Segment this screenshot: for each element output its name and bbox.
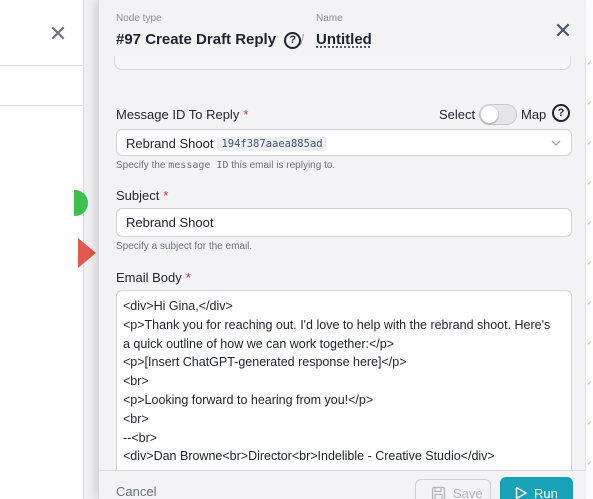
node-title: #97 Create Draft Reply ? [116, 31, 302, 49]
email-body-line: --<br> [123, 430, 158, 445]
node-title-text: #97 Create Draft Reply [116, 31, 277, 48]
required-mark: * [185, 270, 191, 285]
subject-input[interactable] [116, 208, 572, 237]
help-code: message ID [168, 160, 229, 171]
save-label: Save [453, 486, 483, 499]
email-body-textarea[interactable]: <div>Hi Gina,</div> <p>Thank you for rea… [116, 290, 572, 470]
required-mark: * [163, 188, 169, 203]
email-body-line: <p>[Insert ChatGPT-generated response he… [123, 355, 407, 370]
node-type-label: Node type [116, 13, 162, 24]
workflow-node-connector-green [74, 190, 88, 216]
background-panel: ✕ [0, 0, 84, 499]
name-label: Name [316, 13, 343, 24]
collapsed-section [114, 56, 571, 70]
selected-message-title: Rebrand Shoot [126, 136, 214, 151]
node-config-panel: Node type #97 Create Draft Reply ? / Nam… [98, 0, 586, 499]
required-mark: * [243, 107, 249, 122]
email-body-line: <div>Dan Browne<br>Director<br>Indelible… [123, 449, 495, 464]
message-id-badge: 194f387aaea885ad [217, 137, 327, 151]
run-button[interactable]: Run [500, 477, 573, 499]
email-body-line: <br> [123, 374, 149, 389]
email-body-label-text: Email Body [116, 270, 182, 285]
node-name-field[interactable]: Untitled [316, 31, 372, 48]
message-id-help: Specify the message ID this email is rep… [116, 160, 335, 171]
message-id-label-text: Message ID To Reply [116, 107, 240, 122]
save-icon [431, 486, 446, 499]
select-map-toggle[interactable] [479, 104, 517, 125]
save-button[interactable]: Save [415, 479, 491, 499]
email-body-line: <div>Hi Gina,</div> [123, 299, 233, 313]
close-icon[interactable]: ✕ [551, 19, 575, 43]
toggle-knob [481, 106, 498, 123]
cancel-button[interactable]: Cancel [116, 484, 156, 499]
email-body-label: Email Body * [116, 270, 191, 285]
message-id-label: Message ID To Reply * [116, 107, 248, 122]
help-suffix: this email is replying to. [231, 160, 336, 171]
play-icon [515, 486, 527, 499]
title-separator: / [300, 32, 305, 49]
background-panel-header [0, 0, 84, 66]
select-mode-label: Select [439, 107, 476, 122]
right-edge-strip: ✓ ✓ ✓ ✓ ✓ ✓ ✓ ✓ ✓ ✓ ✓ [585, 0, 593, 499]
run-label: Run [534, 486, 558, 499]
panel-footer: Cancel Save Run [99, 470, 586, 499]
subject-label-text: Subject [116, 188, 160, 203]
subject-help: Specify a subject for the email. [116, 241, 253, 252]
help-icon[interactable]: ? [284, 32, 302, 49]
panel-header: Node type #97 Create Draft Reply ? / Nam… [99, 0, 586, 58]
subject-label: Subject * [116, 188, 168, 203]
workflow-node-connector-red [78, 238, 96, 268]
email-body-line: <p>Thank you for reaching out. I'd love … [123, 317, 551, 332]
chevron-down-icon [551, 140, 561, 146]
map-mode-label: Map [521, 107, 547, 122]
background-panel-row [0, 66, 84, 106]
email-body-line: <p>Looking forward to hearing from you!<… [123, 392, 374, 407]
email-body-line: <br> [123, 411, 149, 426]
background-close-icon[interactable]: ✕ [46, 22, 70, 46]
dropdown-selected-value: Rebrand Shoot 194f387aaea885ad [126, 136, 327, 151]
help-prefix: Specify the [116, 160, 166, 171]
message-id-dropdown[interactable]: Rebrand Shoot 194f387aaea885ad [116, 129, 572, 156]
help-icon[interactable]: ? [552, 104, 570, 122]
email-body-line: a quick outline of how we can work toget… [123, 336, 394, 351]
